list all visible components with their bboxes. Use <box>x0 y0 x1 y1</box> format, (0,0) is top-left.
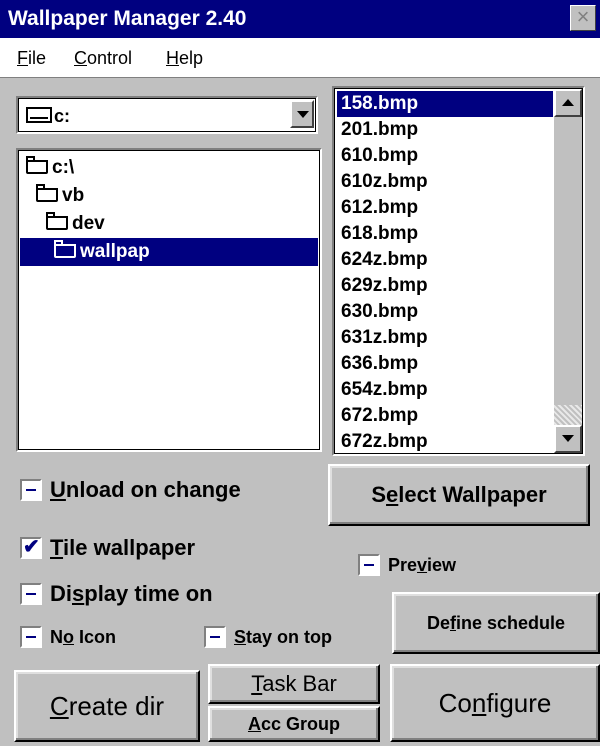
checkbox-box[interactable] <box>358 554 380 577</box>
window-title: Wallpaper Manager 2.40 <box>8 7 247 30</box>
list-item[interactable]: 610z.bmp <box>337 169 553 195</box>
list-item[interactable]: 654z.bmp <box>337 377 553 403</box>
no-icon-checkbox[interactable]: No Icon <box>20 626 117 649</box>
checkbox-box[interactable] <box>20 583 42 606</box>
checkbox-label: Display time on <box>50 581 213 607</box>
list-item[interactable]: 201.bmp <box>337 117 553 143</box>
menu-control[interactable]: Control <box>74 47 132 69</box>
preview-checkbox[interactable]: Preview <box>358 554 457 577</box>
stay-on-top-checkbox[interactable]: Stay on top <box>204 626 333 649</box>
list-item[interactable]: 631z.bmp <box>337 325 553 351</box>
select-wallpaper-button[interactable]: Select Wallpaper <box>328 464 590 526</box>
folder-open-icon <box>46 212 68 230</box>
close-button[interactable]: × <box>570 5 596 31</box>
scroll-up-icon[interactable] <box>554 89 582 117</box>
vertical-scrollbar[interactable] <box>554 89 582 453</box>
acc-group-button[interactable]: Acc Group <box>208 706 380 742</box>
task-bar-button[interactable]: Task Bar <box>208 664 380 704</box>
scroll-down-icon[interactable] <box>554 425 582 453</box>
directory-tree[interactable]: c:\ vb dev wallpap <box>16 148 322 452</box>
list-item[interactable]: 612.bmp <box>337 195 553 221</box>
checkbox-box[interactable] <box>20 626 42 649</box>
list-item[interactable]: 672z.bmp <box>337 429 553 454</box>
checkbox-label: Tile wallpaper <box>50 535 196 561</box>
drive-select[interactable]: c: <box>16 96 318 134</box>
folder-open-icon <box>36 184 58 202</box>
wallpaper-file-list[interactable]: 158.bmp 201.bmp 610.bmp 610z.bmp 612.bmp… <box>332 86 585 456</box>
checkbox-label: Unload on change <box>50 477 241 503</box>
drive-icon <box>26 107 52 123</box>
checkbox-box[interactable] <box>20 479 42 502</box>
unload-on-change-checkbox[interactable]: Unload on change <box>20 476 241 503</box>
tile-wallpaper-checkbox[interactable]: Tile wallpaper <box>20 534 195 561</box>
tree-item-selected[interactable]: wallpap <box>20 238 318 266</box>
menu-help[interactable]: Help <box>166 47 203 69</box>
title-bar: Wallpaper Manager 2.40 × <box>0 0 600 38</box>
define-schedule-button[interactable]: Define schedule <box>392 592 600 654</box>
tree-item[interactable]: vb <box>36 182 84 210</box>
drive-value: c: <box>54 106 71 126</box>
checkbox-label: Preview <box>388 554 457 575</box>
menu-bar: File Control Help <box>0 38 600 78</box>
list-item[interactable]: 672.bmp <box>337 403 553 429</box>
list-item[interactable]: 610.bmp <box>337 143 553 169</box>
chevron-down-icon[interactable] <box>290 100 314 128</box>
configure-button[interactable]: Configure <box>390 664 600 742</box>
checkbox-box[interactable] <box>20 535 42 560</box>
tree-item[interactable]: dev <box>46 210 105 238</box>
list-item[interactable]: 630.bmp <box>337 299 553 325</box>
folder-open-icon <box>54 240 76 258</box>
menu-file[interactable]: File <box>17 47 46 69</box>
wallpaper-manager-window: Wallpaper Manager 2.40 × File Control He… <box>0 0 600 746</box>
tree-item[interactable]: c:\ <box>26 154 74 182</box>
list-item[interactable]: 158.bmp <box>337 91 553 117</box>
list-item[interactable]: 624z.bmp <box>337 247 553 273</box>
scrollbar-thumb[interactable] <box>554 405 582 427</box>
list-item[interactable]: 618.bmp <box>337 221 553 247</box>
checkbox-label: Stay on top <box>234 626 333 647</box>
checkbox-label: No Icon <box>50 626 117 647</box>
list-item[interactable]: 636.bmp <box>337 351 553 377</box>
list-item[interactable]: 629z.bmp <box>337 273 553 299</box>
folder-open-icon <box>26 156 48 174</box>
display-time-checkbox[interactable]: Display time on <box>20 580 213 607</box>
create-dir-button[interactable]: Create dir <box>14 670 200 742</box>
checkbox-box[interactable] <box>204 626 226 649</box>
